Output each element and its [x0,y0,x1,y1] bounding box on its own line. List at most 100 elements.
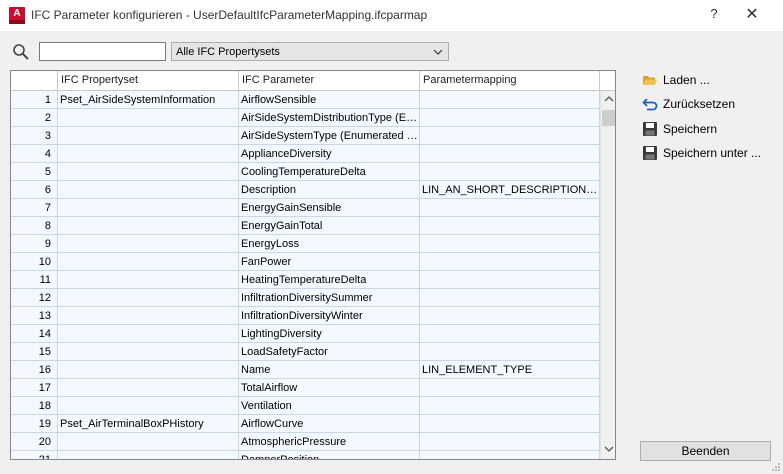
table-row[interactable]: 18 Ventilation [11,397,600,415]
mapping-cell[interactable] [420,433,600,451]
mapping-cell[interactable] [420,253,600,271]
close-dialog-button[interactable]: Beenden [640,441,771,461]
table-row[interactable]: 5 CoolingTemperatureDelta [11,163,600,181]
mapping-cell[interactable] [420,343,600,361]
window-title: IFC Parameter konfigurieren - UserDefaul… [31,8,428,22]
row-number-cell: 3 [11,127,58,145]
mapping-cell[interactable] [420,415,600,433]
table-row[interactable]: 1 Pset_AirSideSystemInformation AirflowSen… [11,91,600,109]
row-number-cell: 19 [11,415,58,433]
row-number-cell: 7 [11,199,58,217]
propertyset-cell [58,289,239,307]
propertyset-cell [58,217,239,235]
parameter-cell: HeatingTemperatureDelta [239,271,420,289]
row-number-cell: 8 [11,217,58,235]
propertyset-cell [58,325,239,343]
parameter-cell: AirSideSystemDistributionType (Enu... [239,109,420,127]
table-row[interactable]: 3 AirSideSystemType (Enumerated va... [11,127,600,145]
table-row[interactable]: 10 FanPower [11,253,600,271]
table-row[interactable]: 12 InfiltrationDiversitySummer [11,289,600,307]
row-number-cell: 6 [11,181,58,199]
propertyset-cell [58,271,239,289]
mapping-cell[interactable] [420,397,600,415]
propertyset-cell: Pset_AirSideSystemInformation [58,91,239,109]
scrollbar-thumb[interactable] [602,110,615,126]
scroll-up-arrow-icon[interactable] [604,94,614,104]
row-number-cell: 2 [11,109,58,127]
row-number-cell: 13 [11,307,58,325]
row-number-cell: 15 [11,343,58,361]
mapping-cell[interactable] [420,235,600,253]
propertyset-cell [58,253,239,271]
propertyset-filter-dropdown[interactable]: Alle IFC Propertysets [171,42,449,61]
mapping-cell[interactable] [420,109,600,127]
parameter-cell: EnergyGainSensible [239,199,420,217]
mapping-cell[interactable] [420,307,600,325]
save-as-button-label: Speichern unter ... [663,146,762,160]
table-row[interactable]: 17 TotalAirflow [11,379,600,397]
header-parametermapping[interactable]: Parametermapping [420,71,600,90]
row-number-cell: 1 [11,91,58,109]
mapping-cell[interactable] [420,379,600,397]
table-row[interactable]: 20 AtmosphericPressure [11,433,600,451]
table-row[interactable]: 16 Name LIN_ELEMENT_TYPE [11,361,600,379]
table-row[interactable]: 15 LoadSafetyFactor [11,343,600,361]
table-row[interactable]: 6 Description LIN_AN_SHORT_DESCRIPTION; ..… [11,181,600,199]
propertyset-cell [58,379,239,397]
mapping-cell[interactable]: LIN_ELEMENT_TYPE [420,361,600,379]
parameter-cell: ApplianceDiversity [239,145,420,163]
row-number-cell: 21 [11,451,58,459]
help-button[interactable]: ? [704,6,724,26]
search-icon [13,44,29,60]
propertyset-cell [58,361,239,379]
mapping-cell[interactable] [420,145,600,163]
row-number-cell: 17 [11,379,58,397]
table-row[interactable]: 7 EnergyGainSensible [11,199,600,217]
autocad-app-icon: A [9,7,25,24]
load-button-label: Laden ... [663,73,710,87]
scroll-down-arrow-icon[interactable] [604,444,614,454]
table-row[interactable]: 4 ApplianceDiversity [11,145,600,163]
parameter-cell: InfiltrationDiversityWinter [239,307,420,325]
table-row[interactable]: 19 Pset_AirTerminalBoxPHistory AirflowCurv… [11,415,600,433]
table-row[interactable]: 21 DamperPosition [11,451,600,459]
row-number-cell: 14 [11,325,58,343]
propertyset-cell [58,199,239,217]
table-row[interactable]: 11 HeatingTemperatureDelta [11,271,600,289]
parameter-cell: CoolingTemperatureDelta [239,163,420,181]
table-row[interactable]: 13 InfiltrationDiversityWinter [11,307,600,325]
vertical-scrollbar[interactable] [600,91,615,459]
header-ifc-propertyset[interactable]: IFC Propertyset [58,71,239,90]
parameter-cell: LoadSafetyFactor [239,343,420,361]
mapping-cell[interactable] [420,217,600,235]
close-window-button[interactable]: ✕ [742,4,762,26]
parameter-cell: AirflowCurve [239,415,420,433]
mapping-cell[interactable] [420,127,600,145]
table-row[interactable]: 8 EnergyGainTotal [11,217,600,235]
floppy-disk-icon [643,146,657,160]
parameter-cell: TotalAirflow [239,379,420,397]
folder-open-icon [643,76,658,85]
parameter-cell: AtmosphericPressure [239,433,420,451]
chevron-down-icon [433,49,443,55]
mapping-cell[interactable] [420,325,600,343]
table-row[interactable]: 14 LightingDiversity [11,325,600,343]
mapping-cell[interactable] [420,289,600,307]
mapping-cell[interactable] [420,199,600,217]
propertyset-cell [58,145,239,163]
propertyset-cell: Pset_AirTerminalBoxPHistory [58,415,239,433]
mapping-cell[interactable] [420,451,600,459]
search-input[interactable] [39,42,166,61]
table-row[interactable]: 2 AirSideSystemDistributionType (Enu... [11,109,600,127]
save-button-label: Speichern [663,122,718,136]
mapping-cell[interactable]: LIN_AN_SHORT_DESCRIPTION; ... [420,181,600,199]
row-number-cell: 4 [11,145,58,163]
resize-grip-icon[interactable] [771,462,781,472]
table-row[interactable]: 9 EnergyLoss [11,235,600,253]
mapping-cell[interactable] [420,271,600,289]
mapping-cell[interactable] [420,91,600,109]
header-ifc-parameter[interactable]: IFC Parameter [239,71,420,90]
mapping-cell[interactable] [420,163,600,181]
header-rownum [11,71,58,90]
propertyset-cell [58,343,239,361]
